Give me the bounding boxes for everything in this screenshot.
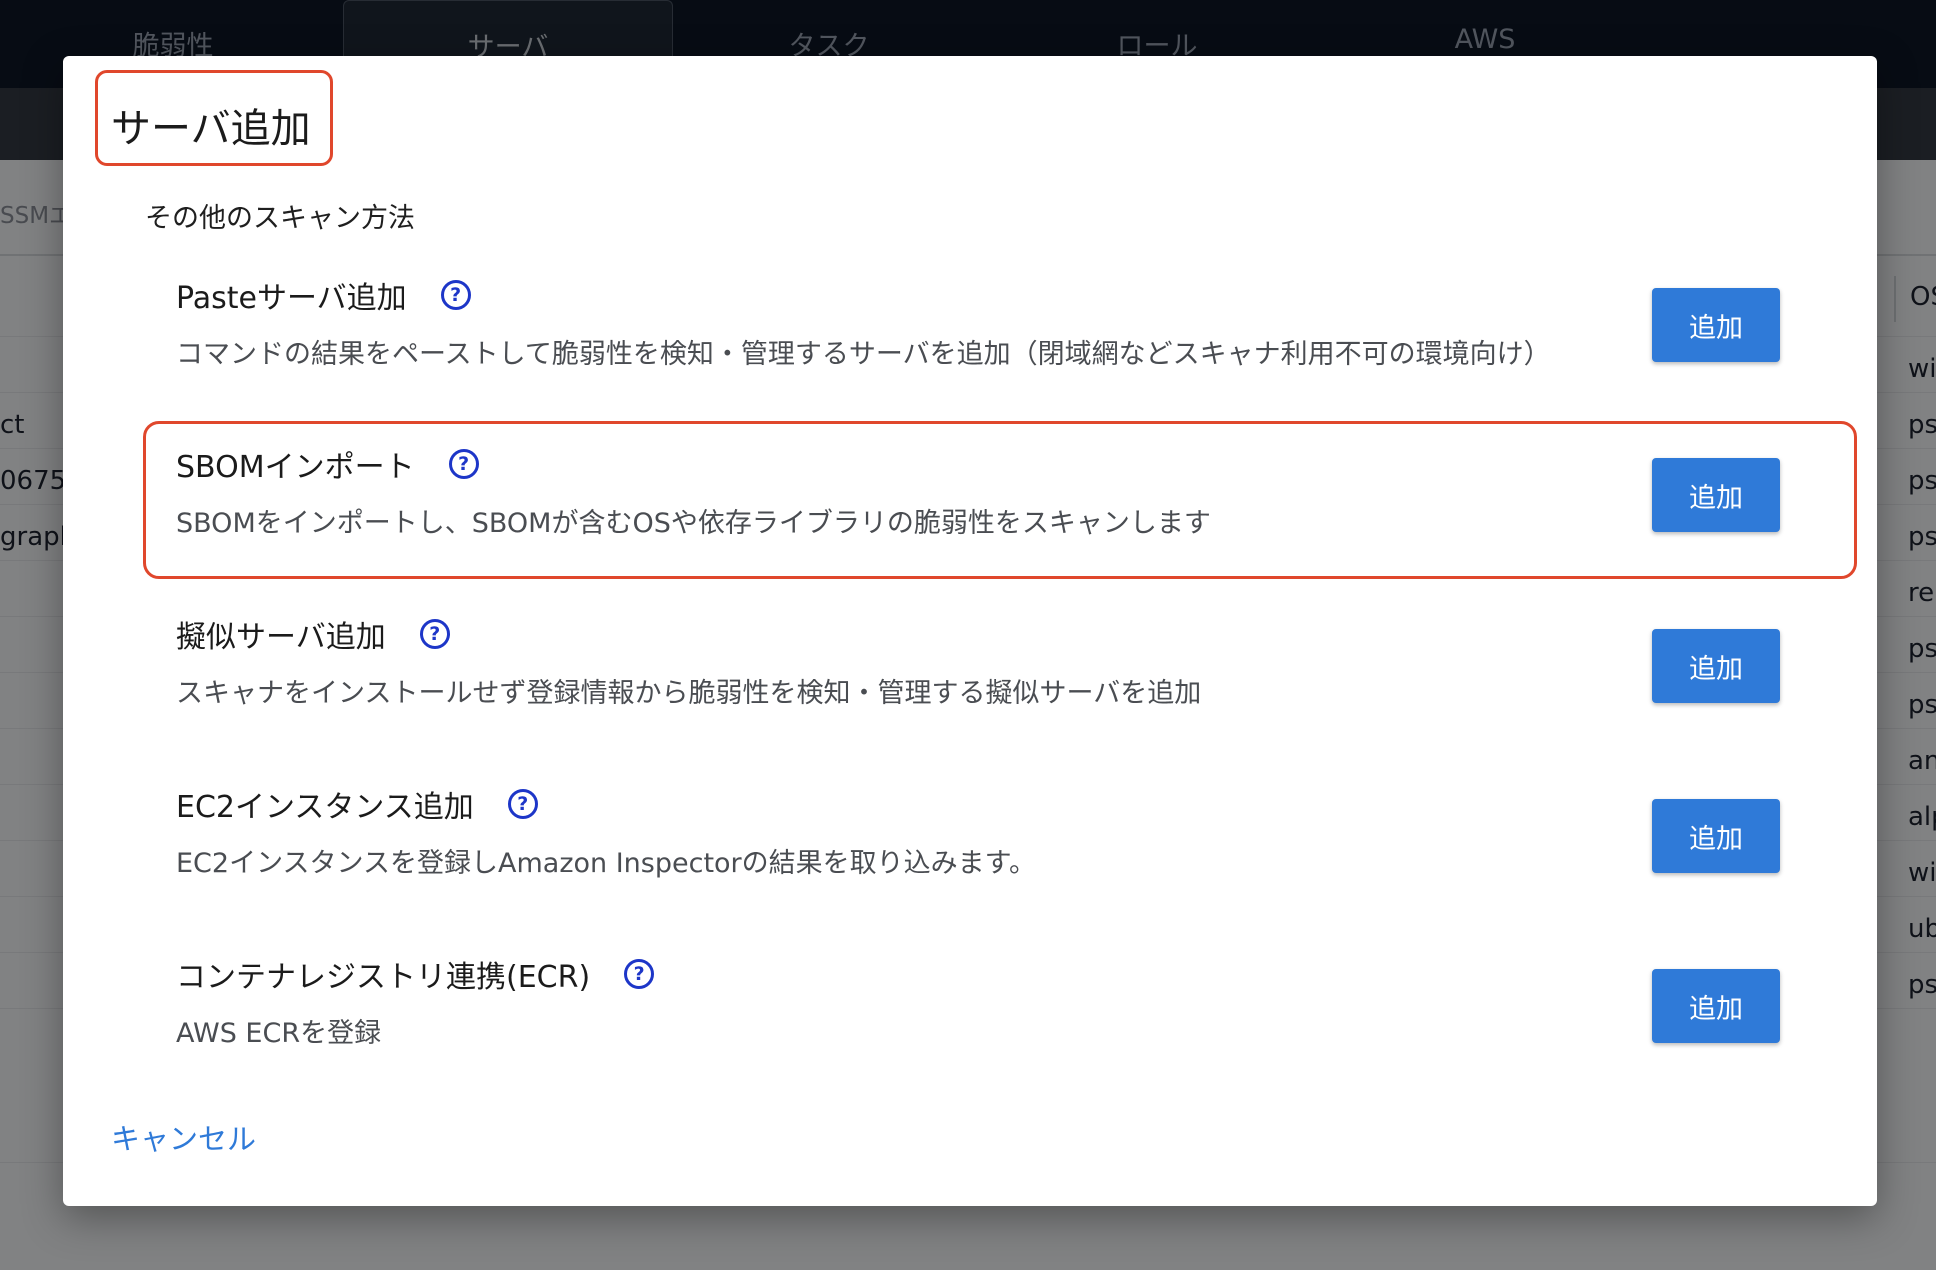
method-container-registry: コンテナレジストリ連携(ECR) ? AWS ECRを登録 (176, 953, 1826, 1083)
method-description: AWS ECRを登録 (176, 1018, 382, 1049)
method-description: EC2インスタンスを登録しAmazon Inspectorの結果を取り込みます。 (176, 848, 1036, 879)
section-title: その他のスキャン方法 (145, 203, 415, 234)
cancel-button[interactable]: キャンセル (111, 1116, 256, 1158)
method-title: Pasteサーバ追加 (176, 281, 407, 316)
method-paste-server: Pasteサーバ追加 ? コマンドの結果をペーストして脆弱性を検知・管理するサー… (176, 274, 1826, 404)
method-description: SBOMをインポートし、SBOMが含むOSや依存ライブラリの脆弱性をスキャンしま… (176, 508, 1211, 539)
help-icon[interactable]: ? (419, 619, 450, 649)
help-icon[interactable]: ? (624, 959, 655, 989)
method-ec2-instance: EC2インスタンス追加 ? EC2インスタンスを登録しAmazon Inspec… (176, 783, 1826, 913)
add-paste-server-button[interactable]: 追加 (1652, 288, 1780, 362)
method-sbom-import: SBOMインポート ? SBOMをインポートし、SBOMが含むOSや依存ライブラ… (176, 443, 1826, 573)
method-header: コンテナレジストリ連携(ECR) ? (176, 953, 655, 995)
dialog-title: サーバ追加 (111, 106, 311, 152)
help-icon[interactable]: ? (507, 789, 538, 819)
method-description: コマンドの結果をペーストして脆弱性を検知・管理するサーバを追加（閉域網などスキャ… (176, 339, 1551, 370)
help-icon[interactable]: ? (448, 449, 479, 479)
add-server-dialog: サーバ追加 その他のスキャン方法 Pasteサーバ追加 ? コマンドの結果をペー… (63, 56, 1877, 1206)
method-title: EC2インスタンス追加 (176, 790, 474, 825)
method-description: スキャナをインストールせず登録情報から脆弱性を検知・管理する擬似サーバを追加 (176, 678, 1202, 709)
method-header: Pasteサーバ追加 ? (176, 274, 471, 316)
method-title: 擬似サーバ追加 (176, 620, 386, 655)
add-pseudo-server-button[interactable]: 追加 (1652, 629, 1780, 703)
method-header: EC2インスタンス追加 ? (176, 783, 538, 825)
add-ec2-instance-button[interactable]: 追加 (1652, 799, 1780, 873)
method-title: SBOMインポート (176, 450, 415, 485)
add-ecr-button[interactable]: 追加 (1652, 969, 1780, 1043)
add-sbom-import-button[interactable]: 追加 (1652, 458, 1780, 532)
method-header: SBOMインポート ? (176, 443, 479, 485)
method-header: 擬似サーバ追加 ? (176, 613, 450, 655)
method-pseudo-server: 擬似サーバ追加 ? スキャナをインストールせず登録情報から脆弱性を検知・管理する… (176, 613, 1826, 743)
method-title: コンテナレジストリ連携(ECR) (176, 960, 591, 995)
help-icon[interactable]: ? (440, 280, 471, 310)
